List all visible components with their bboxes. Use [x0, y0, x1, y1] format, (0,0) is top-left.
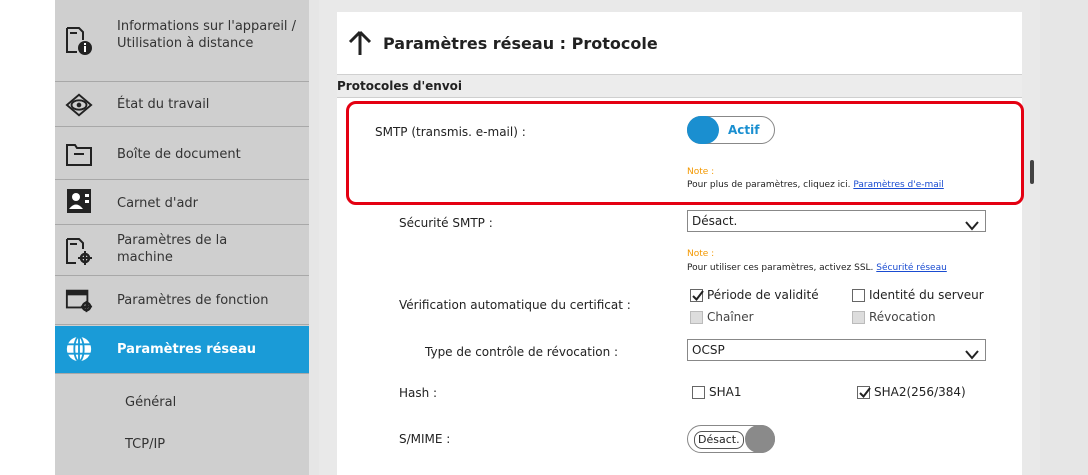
select-value: Désact. — [692, 214, 738, 228]
sha2-checkbox[interactable]: SHA2(256/384) — [857, 385, 966, 399]
sidebar-subitem-tcpip[interactable]: TCP/IP — [55, 425, 309, 475]
section-title: Protocoles d'envoi — [337, 79, 462, 93]
select-value: OCSP — [692, 343, 725, 357]
address-book-icon — [65, 187, 93, 215]
toggle-knob — [745, 425, 775, 453]
machine-settings-icon — [65, 237, 93, 265]
checkbox-box — [852, 310, 865, 324]
highlight-box — [346, 101, 1024, 205]
validity-period-checkbox[interactable]: Période de validité — [690, 288, 819, 302]
note-text-body: Pour utiliser ces paramètres, activez SS… — [687, 263, 874, 273]
arrow-up-icon[interactable] — [347, 30, 373, 60]
sha1-checkbox[interactable]: SHA1 — [692, 385, 741, 399]
eye-icon — [65, 91, 93, 119]
sidebar-item-job-status[interactable]: État du travail — [55, 83, 309, 127]
toggle-label: Désact. — [694, 431, 744, 449]
page-header: Paramètres réseau : Protocole — [337, 12, 1022, 75]
sidebar-item-function-settings[interactable]: Paramètres de fonction — [55, 277, 309, 325]
checkbox-label: Identité du serveur — [869, 288, 984, 302]
revocation-checkbox: Révocation — [852, 310, 936, 324]
sidebar-item-machine-settings[interactable]: Paramètres de la machine — [55, 226, 309, 276]
chevron-down-icon — [965, 216, 979, 235]
revocation-type-label: Type de contrôle de révocation : — [425, 345, 619, 359]
globe-icon — [65, 335, 93, 363]
function-settings-icon — [65, 286, 93, 314]
checkbox-label: Période de validité — [707, 288, 819, 302]
checkbox-box — [690, 310, 703, 324]
hash-label: Hash : — [399, 386, 438, 400]
note-heading: Note : — [687, 249, 715, 259]
sidebar-item-label: Paramètres de la machine — [117, 233, 228, 265]
checkbox-box — [852, 288, 865, 302]
sidebar: Informations sur l'appareil / Utilisatio… — [55, 0, 309, 475]
sidebar-item-label: État du travail — [117, 97, 210, 112]
checkbox-label: SHA1 — [709, 385, 742, 399]
checkbox-box — [690, 288, 704, 302]
sidebar-item-label: Informations sur l'appareil / Utilisatio… — [117, 19, 297, 51]
section-header: Protocoles d'envoi — [337, 75, 1022, 98]
checkbox-label: Révocation — [869, 310, 936, 324]
network-security-link[interactable]: Sécurité réseau — [876, 263, 947, 273]
checkbox-label: Chaîner — [707, 310, 754, 324]
server-identity-checkbox[interactable]: Identité du serveur — [852, 288, 984, 302]
folder-icon — [65, 140, 93, 168]
device-info-icon — [65, 27, 93, 55]
page-title: Paramètres réseau : Protocole — [383, 34, 658, 53]
smtp-security-label: Sécurité SMTP : — [399, 216, 493, 230]
cert-check-label: Vérification automatique du certificat : — [399, 298, 631, 312]
sidebar-item-network-settings[interactable]: Paramètres réseau — [55, 326, 309, 374]
scrollbar-thumb[interactable] — [1030, 160, 1034, 184]
sidebar-item-label: Paramètres réseau — [117, 342, 257, 357]
settings-panel: Paramètres réseau : Protocole Protocoles… — [337, 12, 1022, 475]
checkbox-box — [692, 385, 705, 399]
divider — [309, 0, 319, 475]
smime-toggle[interactable]: Désact. — [687, 425, 775, 453]
checkbox-box — [857, 385, 871, 399]
sidebar-subitem-label: TCP/IP — [125, 437, 166, 452]
checkbox-label: SHA2(256/384) — [874, 385, 966, 399]
sidebar-item-label: Paramètres de fonction — [117, 293, 269, 308]
sidebar-subitem-label: Général — [125, 395, 177, 410]
right-gutter — [1040, 0, 1088, 475]
chain-checkbox: Chaîner — [690, 310, 754, 324]
chevron-down-icon — [965, 345, 979, 364]
sidebar-item-document-box[interactable]: Boîte de document — [55, 128, 309, 180]
smime-label: S/MIME : — [399, 432, 451, 446]
revocation-type-select[interactable]: OCSP — [687, 339, 986, 361]
sidebar-item-label: Boîte de document — [117, 147, 241, 162]
smtp-security-select[interactable]: Désact. — [687, 210, 986, 232]
sidebar-subitem-general[interactable]: Général — [55, 375, 309, 425]
sidebar-item-label: Carnet d'adr — [117, 196, 199, 211]
note-text: Pour utiliser ces paramètres, activez SS… — [687, 263, 947, 273]
sidebar-item-address-book[interactable]: Carnet d'adr — [55, 181, 309, 225]
sidebar-item-device-info[interactable]: Informations sur l'appareil / Utilisatio… — [55, 0, 309, 82]
main-content: Paramètres réseau : Protocole Protocoles… — [319, 0, 1040, 475]
